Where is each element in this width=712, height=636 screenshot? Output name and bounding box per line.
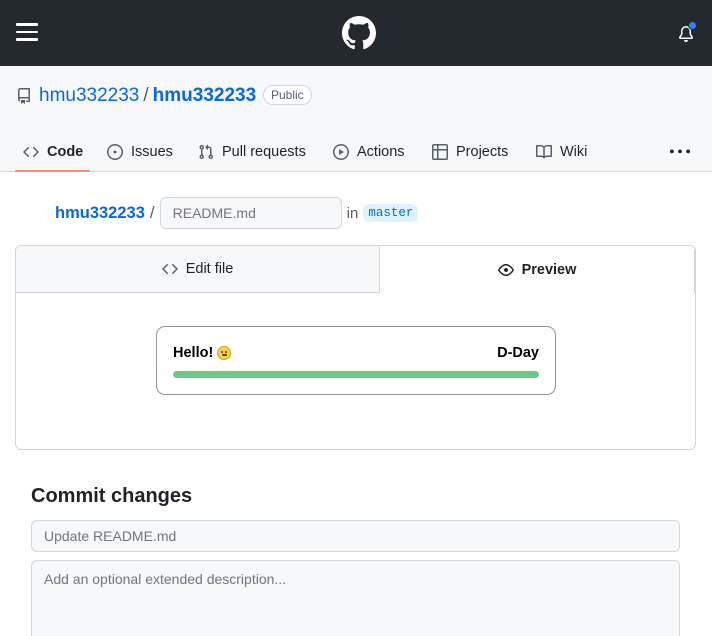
tab-edit-file[interactable]: Edit file [16,246,380,293]
global-header [0,0,712,66]
path-owner-link[interactable]: hmu332233 [55,204,145,223]
card-greeting: Hello! [173,345,232,361]
tab-edit-file-label: Edit file [185,261,234,277]
kebab-horizontal-icon[interactable] [670,142,690,162]
repository-header: hmu332233/hmu332233 Public Code Issues P… [0,66,712,172]
commit-summary-input[interactable] [31,520,680,552]
repo-nav-tabs: Code Issues Pull requests Actions Projec… [0,132,712,172]
dday-progress-fill [173,371,539,378]
tab-code-label: Code [47,144,84,160]
tab-preview[interactable]: Preview [380,246,695,293]
file-editor: Edit file Preview Hello! D-Day [15,245,696,450]
tab-actions[interactable]: Actions [333,132,405,172]
branch-in-label: in [346,204,359,222]
tab-projects-label: Projects [456,144,509,160]
filename-input[interactable] [159,197,342,229]
commit-description-textarea[interactable] [31,560,680,636]
path-separator: / [149,203,155,222]
repo-separator: / [143,85,149,106]
hamburger-icon[interactable] [16,23,38,41]
tab-preview-label: Preview [521,261,577,278]
code-icon [161,263,178,275]
tab-actions-label: Actions [357,144,405,160]
book-icon [536,144,552,159]
repo-icon [17,88,30,104]
play-icon [333,144,349,160]
active-tab-indicator [15,170,90,172]
repo-owner-link[interactable]: hmu332233 [39,85,139,106]
github-mark-icon[interactable] [342,16,376,50]
git-pull-request-icon [199,144,214,160]
dday-progress-bar [173,371,539,378]
card-greeting-text: Hello! [173,345,214,361]
tab-issues-label: Issues [131,144,173,160]
visibility-badge: Public [263,85,312,105]
tab-wiki-label: Wiki [560,144,588,160]
notification-indicator [688,21,697,30]
branch-name[interactable]: master [363,204,419,222]
tab-code[interactable]: Code [23,132,83,172]
repo-title: hmu332233/hmu332233 [39,84,256,108]
commit-section-title: Commit changes [31,485,193,507]
table-icon [432,144,448,160]
tab-issues[interactable]: Issues [107,132,173,172]
editor-tabs: Edit file Preview [16,246,695,293]
tab-pull-requests-label: Pull requests [222,144,306,160]
notifications-button[interactable] [678,21,698,44]
file-path-breadcrumb: hmu332233 / in master [55,197,419,229]
readme-preview-card: Hello! D-Day [156,326,556,395]
card-dday-label: D-Day [497,345,539,361]
tab-pull-requests[interactable]: Pull requests [198,132,306,172]
tab-projects[interactable]: Projects [432,132,508,172]
repo-name-link[interactable]: hmu332233 [153,85,257,106]
eye-icon [497,263,514,276]
tab-wiki[interactable]: Wiki [536,132,587,172]
smiley-icon [217,346,232,360]
code-icon [23,146,39,158]
issue-opened-icon [107,144,123,160]
